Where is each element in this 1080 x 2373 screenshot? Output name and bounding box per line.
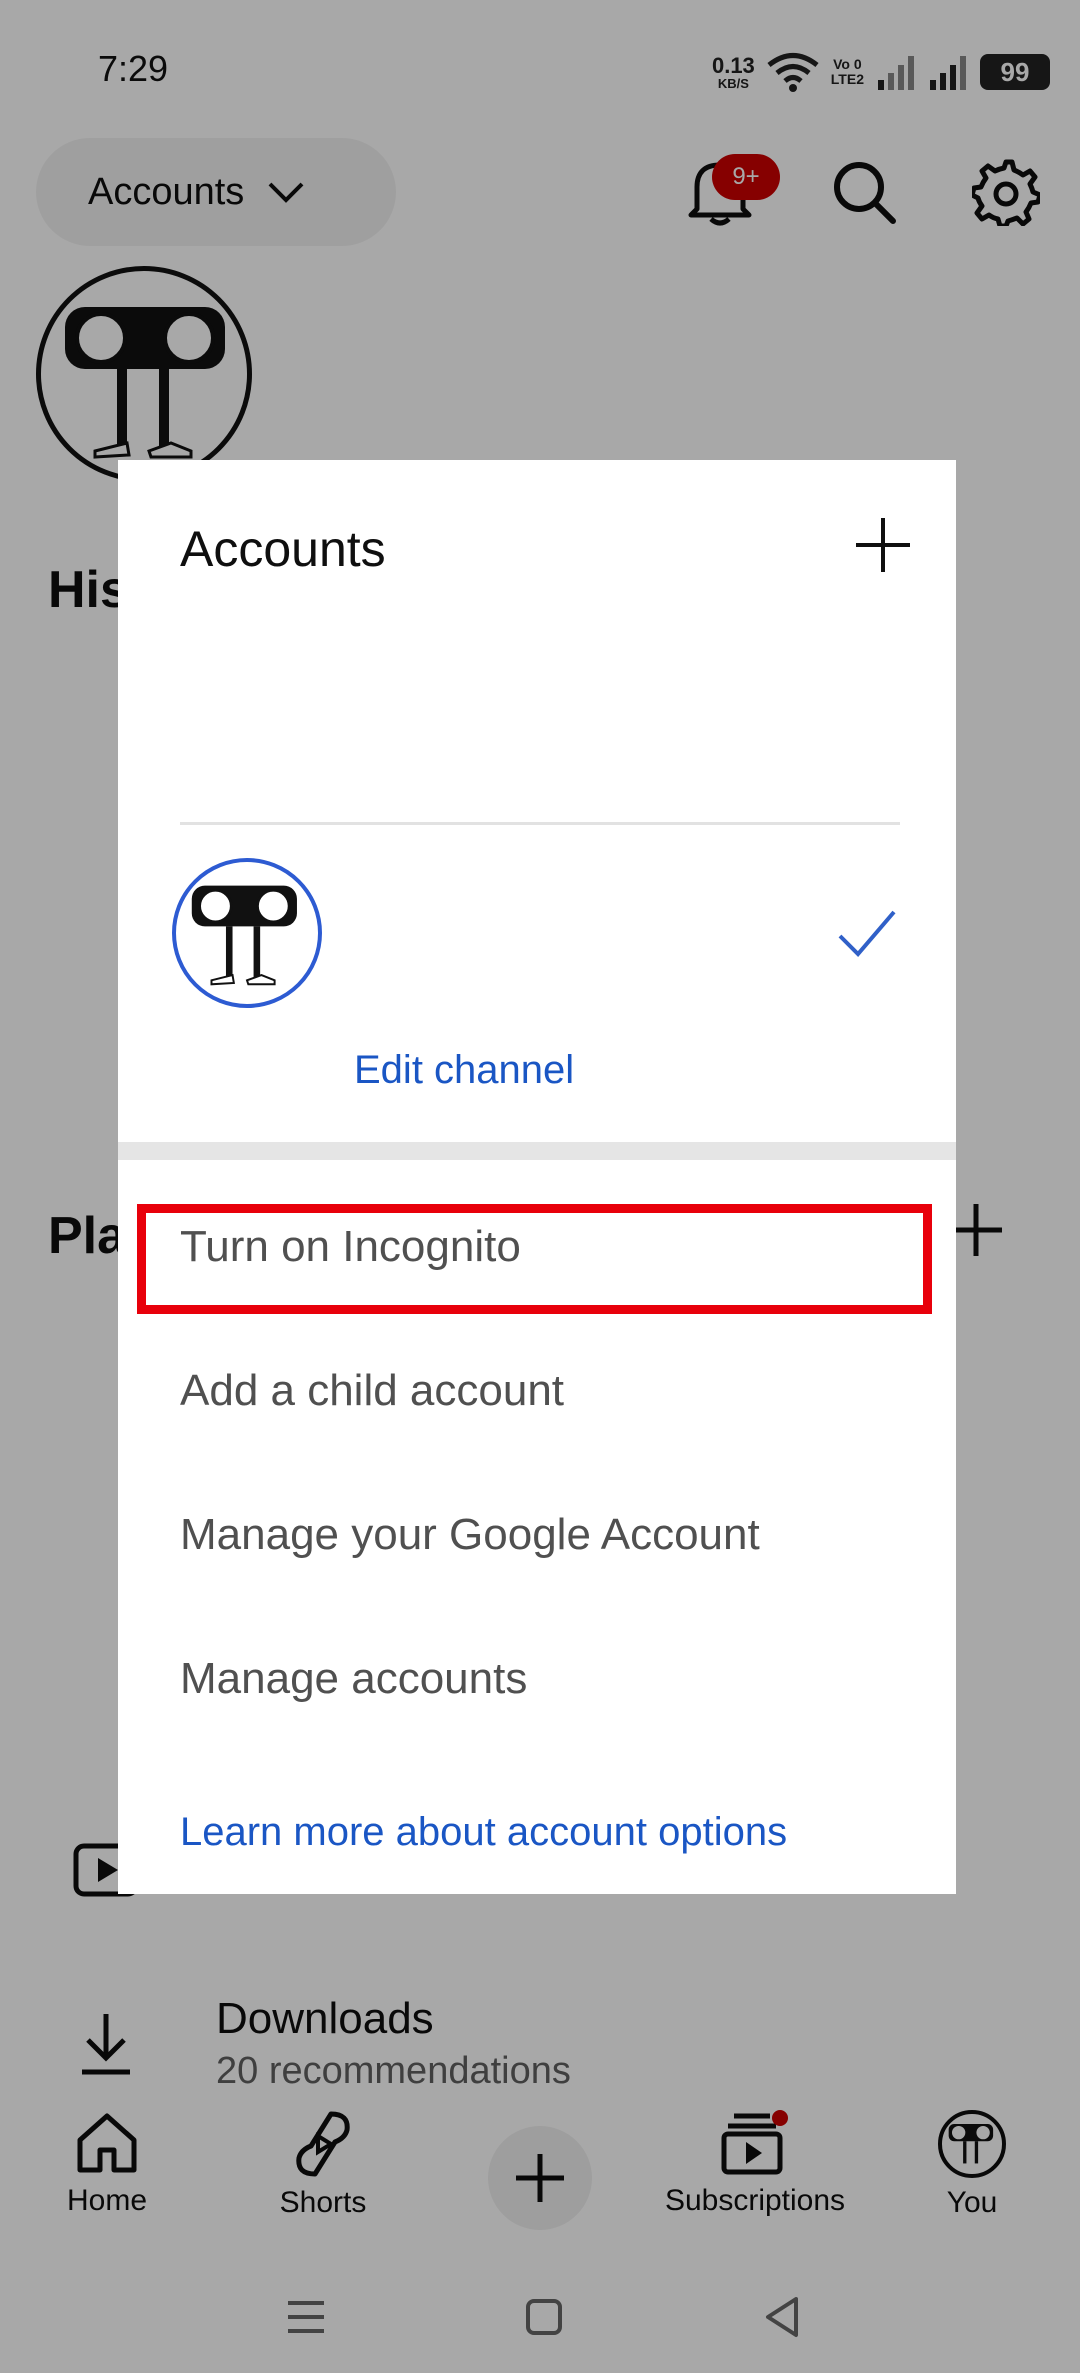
add-account-plus-icon[interactable] [848, 510, 918, 580]
edit-channel-link[interactable]: Edit channel [354, 1048, 574, 1093]
account-avatar[interactable] [172, 858, 322, 1008]
learn-more-link[interactable]: Learn more about account options [180, 1810, 787, 1855]
dialog-divider [180, 822, 900, 825]
menu-item-add-child-account[interactable]: Add a child account [180, 1366, 564, 1416]
dialog-title: Accounts [180, 521, 386, 577]
menu-item-manage-accounts[interactable]: Manage accounts [180, 1654, 527, 1704]
avatar-image [191, 885, 297, 986]
dialog-section-band [118, 1142, 956, 1160]
accounts-dialog: Accounts Edit channel Turn on Incognito … [118, 460, 956, 1894]
incognito-highlight-box [137, 1204, 932, 1314]
menu-item-manage-google-account[interactable]: Manage your Google Account [180, 1510, 760, 1560]
checkmark-icon [838, 910, 896, 957]
youtube-you-screen: 7:29 0.13 KB/S Vo 0 LTE2 99 Accounts 9+ … [0, 0, 1080, 2373]
